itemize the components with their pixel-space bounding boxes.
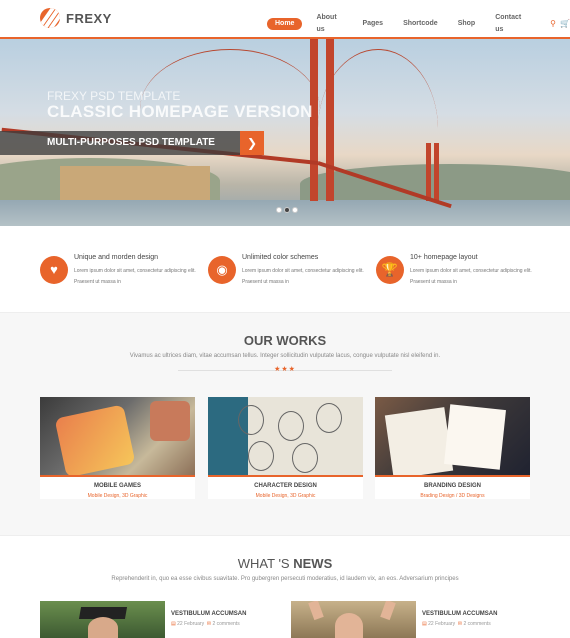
work-subtitle: Mobile Design, 3D Graphic: [255, 493, 316, 499]
news-date: 22 February: [177, 621, 205, 627]
site-header: FREXY Home About us Pages Shortcode Shop…: [0, 0, 570, 39]
bridge-tower: [426, 143, 431, 201]
sketch-figure: [316, 403, 342, 433]
hero-fort: [60, 166, 210, 202]
news-comments[interactable]: 2 comments: [463, 621, 490, 627]
work-card-mobile-games[interactable]: MOBILE GAMES Mobile Design, 3D Graphic: [40, 397, 195, 499]
work-title: MOBILE GAMES: [93, 483, 141, 489]
work-subtitle: Brading Design / 3D Designs: [420, 493, 485, 499]
menu-card: [384, 407, 454, 477]
logo-mark-icon: [40, 8, 60, 28]
person-face: [335, 613, 363, 638]
work-image: [40, 397, 195, 477]
nav-item-shortcode[interactable]: Shortcode: [403, 18, 438, 30]
work-image-accent: [40, 475, 195, 477]
nav-item-about-us[interactable]: About us: [316, 12, 342, 36]
news-image: [40, 601, 165, 638]
news-title-light: WHAT 'S: [237, 556, 290, 571]
slider-dot[interactable]: [276, 207, 282, 213]
phone-screen: [54, 404, 136, 477]
calendar-icon: ▤: [171, 621, 176, 627]
menu-card: [444, 404, 506, 470]
trophy-icon: 🏆: [376, 256, 404, 284]
feature-title: 10+ homepage layout: [410, 254, 478, 261]
news-title-bold: NEWS: [293, 556, 333, 571]
hero-water: [0, 200, 570, 226]
feature-desc: Lorem ipsum dolor sit amet, consectetur …: [410, 268, 532, 285]
hero-subtitle: FREXY PSD TEMPLATE: [47, 89, 181, 103]
hero-title: CLASSIC HOMEPAGE VERSION: [47, 102, 313, 121]
work-image: [375, 397, 530, 477]
slider-dots: [276, 207, 300, 213]
works-stars: ★★★: [274, 366, 296, 373]
main-nav: Home About us Pages Shortcode Shop Conta…: [267, 12, 570, 36]
works-title: OUR WORKS: [243, 333, 327, 348]
works-section: OUR WORKS Vivamus ac ultrices diam, vita…: [0, 312, 570, 536]
brand-name: FREXY: [66, 10, 112, 26]
news-text: VESTIBULUM ACCUMSAN ▤ 22 February ✉ 2 co…: [416, 601, 531, 638]
work-title: CHARACTER DESIGN: [254, 483, 317, 489]
slider-dot[interactable]: [292, 207, 298, 213]
sketch-figure: [292, 443, 318, 473]
news-card[interactable]: VESTIBULUM ACCUMSAN ▤ 22 February ✉ 2 co…: [291, 601, 531, 638]
news-card[interactable]: VESTIBULUM ACCUMSAN ▤ 22 February ✉ 2 co…: [40, 601, 280, 638]
news-meta: ▤ 22 February ✉ 2 comments: [422, 621, 491, 627]
work-card-character-design[interactable]: CHARACTER DESIGN Mobile Design, 3D Graph…: [208, 397, 363, 499]
news-meta: ▤ 22 February ✉ 2 comments: [171, 621, 240, 627]
news-comments[interactable]: 2 comments: [212, 621, 239, 627]
slider-dot[interactable]: [284, 207, 290, 213]
sketch-figure: [238, 405, 264, 435]
hero-banner-text: MULTI-PURPOSES PSD TEMPLATE: [47, 137, 215, 148]
nav-item-contact-us[interactable]: Contact us: [495, 12, 526, 36]
hero-slider: FREXY PSD TEMPLATE CLASSIC HOMEPAGE VERS…: [0, 39, 570, 226]
cart-icon[interactable]: 🛒: [560, 18, 570, 30]
bridge-cable: [318, 49, 438, 209]
work-image: [208, 397, 363, 477]
work-image-accent: [375, 475, 530, 477]
feature-title: Unique and morden design: [74, 254, 159, 261]
news-title: WHAT 'S NEWS: [0, 556, 570, 571]
person-arm: [308, 601, 324, 621]
news-headline[interactable]: VESTIBULUM ACCUMSAN: [422, 611, 497, 617]
news-subtitle: Reprehenderit in, quo ea esse civibus su…: [111, 576, 459, 582]
bridge-tower: [326, 39, 334, 201]
work-title: BRANDING DESIGN: [423, 483, 481, 489]
brand-logo[interactable]: FREXY: [40, 8, 112, 28]
camera-icon: ◉: [208, 256, 236, 284]
news-image: [291, 601, 416, 638]
sketch-figure: [278, 411, 304, 441]
news-headline[interactable]: VESTIBULUM ACCUMSAN: [171, 611, 246, 617]
feature-desc: Lorem ipsum dolor sit amet, consectetur …: [242, 268, 364, 285]
person-face: [88, 617, 118, 638]
sketch-figure: [248, 441, 274, 471]
work-image-accent: [208, 475, 363, 477]
calendar-icon: ▤: [422, 621, 427, 627]
bridge-tower: [434, 143, 439, 201]
person-arm: [380, 601, 396, 621]
chevron-right-icon[interactable]: ❯: [240, 131, 264, 155]
nav-item-shop[interactable]: Shop: [458, 18, 476, 30]
comment-icon: ✉: [206, 621, 212, 627]
comment-icon: ✉: [457, 621, 463, 627]
work-subtitle: Mobile Design, 3D Graphic: [87, 493, 148, 499]
work-card-branding-design[interactable]: BRANDING DESIGN Brading Design / 3D Desi…: [375, 397, 530, 499]
nav-item-home[interactable]: Home: [267, 18, 303, 30]
nav-item-pages[interactable]: Pages: [362, 18, 383, 30]
search-icon[interactable]: ⚲: [550, 18, 556, 30]
news-text: VESTIBULUM ACCUMSAN ▤ 22 February ✉ 2 co…: [165, 601, 280, 638]
feature-desc: Lorem ipsum dolor sit amet, consectetur …: [74, 268, 196, 285]
feature-title: Unlimited color schemes: [242, 254, 319, 261]
phone-screen: [150, 401, 190, 441]
works-subtitle: Vivamus ac ultrices diam, vitae accumsan…: [129, 353, 441, 359]
heart-icon: ♥: [40, 256, 68, 284]
news-date: 22 February: [428, 621, 456, 627]
